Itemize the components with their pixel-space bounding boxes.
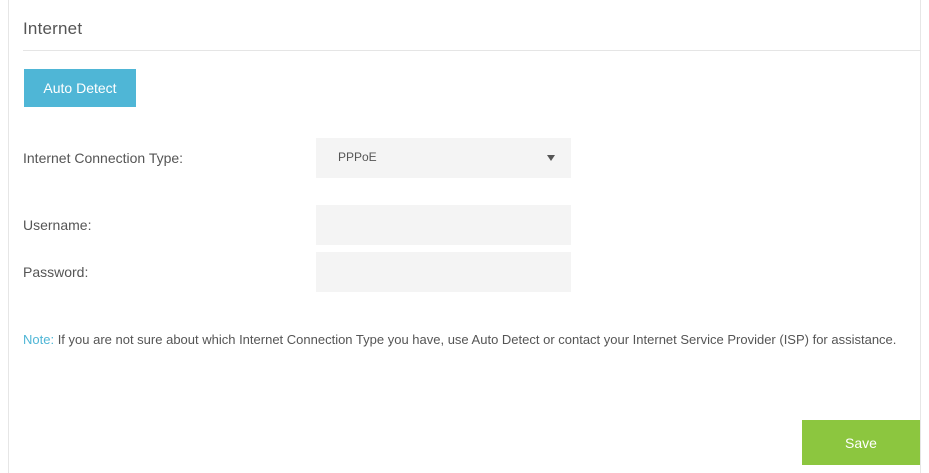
note-label: Note: (23, 332, 55, 347)
auto-detect-button[interactable]: Auto Detect (24, 69, 136, 107)
save-button[interactable]: Save (802, 420, 920, 465)
connection-type-value: PPPoE (338, 150, 377, 164)
note-body: If you are not sure about which Internet… (54, 332, 897, 347)
note-text: Note: If you are not sure about which In… (23, 327, 918, 352)
chevron-down-icon (547, 155, 555, 161)
title-divider (23, 50, 921, 51)
page-title: Internet (23, 19, 83, 38)
password-label: Password: (23, 264, 89, 280)
username-input[interactable] (316, 205, 571, 245)
username-label: Username: (23, 217, 92, 233)
internet-panel: Internet Auto Detect Internet Connection… (8, 0, 921, 473)
connection-type-select[interactable]: PPPoE (316, 138, 571, 178)
password-input[interactable] (316, 252, 571, 292)
connection-type-label: Internet Connection Type: (23, 150, 184, 166)
